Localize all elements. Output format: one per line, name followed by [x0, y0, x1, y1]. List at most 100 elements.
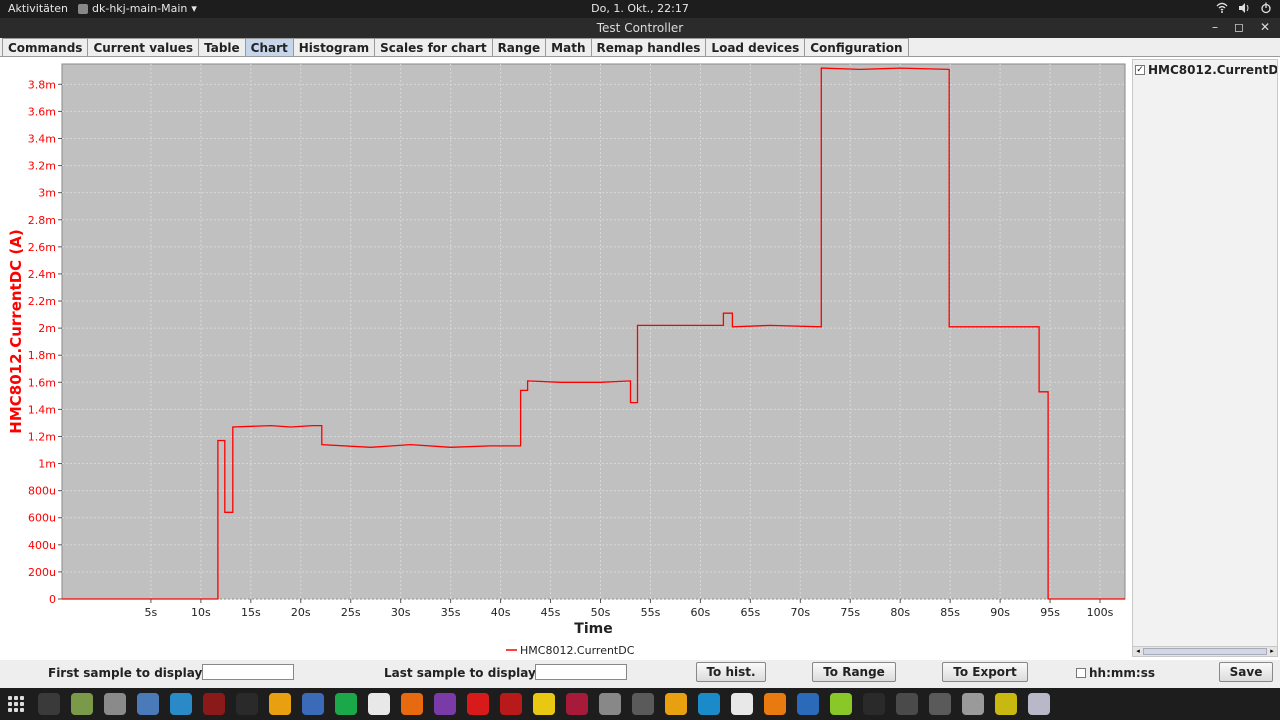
save-disk-icon[interactable] [797, 693, 819, 715]
y-tick-label: 1.6m [28, 376, 56, 389]
window-controls: – ◻ ✕ [1212, 20, 1270, 34]
y-tick-label: 600u [28, 512, 56, 525]
test-controller-icon[interactable] [1028, 693, 1050, 715]
chart-panel: 5s 10s 15s 20s 25s 30s 35s 40s 45s 50s 55s 60s 65s 70… [0, 56, 1280, 660]
scroll-left-icon[interactable]: ◂ [1133, 647, 1143, 656]
scanner-icon[interactable] [632, 693, 654, 715]
wifi-icon [1216, 2, 1228, 13]
paint-icon[interactable] [533, 693, 555, 715]
lime-icon[interactable] [830, 693, 852, 715]
tab-table[interactable]: Table [198, 38, 246, 56]
camera-icon[interactable] [962, 693, 984, 715]
y-tick-label: 400u [28, 539, 56, 552]
last-sample-input[interactable] [535, 664, 627, 680]
tab-math[interactable]: Math [545, 38, 592, 56]
y-tick-label: 1.8m [28, 349, 56, 362]
x-tick-label: 70s [790, 606, 810, 619]
system-tray[interactable] [1216, 2, 1272, 14]
tab-histogram[interactable]: Histogram [292, 38, 376, 56]
x-tick-label: 100s [1087, 606, 1114, 619]
spreadsheet-icon[interactable] [335, 693, 357, 715]
tab-commands[interactable]: Commands [2, 38, 89, 56]
ebook-icon[interactable] [269, 693, 291, 715]
firefox-icon[interactable] [401, 693, 423, 715]
tor-browser-icon[interactable] [434, 693, 456, 715]
x-tick-label: 85s [940, 606, 960, 619]
taskbar [0, 688, 1280, 720]
tab-bar: Commands Current values Table Chart Hist… [2, 38, 909, 56]
wine-icon[interactable] [203, 693, 225, 715]
scrollbar-thumb[interactable] [1143, 648, 1267, 655]
printer-icon[interactable] [599, 693, 621, 715]
y-tick-label: 3.6m [28, 105, 56, 118]
hhmmss-checkbox[interactable] [1076, 668, 1086, 678]
horizontal-scrollbar[interactable]: ◂ ▸ [1133, 646, 1277, 656]
maximize-icon[interactable]: ◻ [1234, 20, 1244, 34]
audio-icon[interactable] [731, 693, 753, 715]
hp-calc-2-icon[interactable] [929, 693, 951, 715]
filezilla-icon[interactable] [500, 693, 522, 715]
x-tick-label: 55s [641, 606, 661, 619]
plot-area[interactable] [61, 63, 1126, 600]
system-top-bar: Aktivitäten dk-hkj-main-Main ▾ Do, 1. Ok… [0, 0, 1280, 18]
chart[interactable]: 5s 10s 15s 20s 25s 30s 35s 40s 45s 50s 55s 60s 65s 70… [0, 57, 1130, 661]
opera-icon[interactable] [467, 693, 489, 715]
calendar-icon[interactable] [302, 693, 324, 715]
minimize-icon[interactable]: – [1212, 20, 1218, 34]
scroll-right-icon[interactable]: ▸ [1267, 647, 1277, 656]
tab-chart[interactable]: Chart [244, 38, 294, 56]
to-range-button[interactable]: To Range [812, 662, 896, 682]
archive-icon[interactable] [566, 693, 588, 715]
window-title: Test Controller [596, 21, 684, 35]
paint-2-icon[interactable] [995, 693, 1017, 715]
x-tick-label: 90s [990, 606, 1010, 619]
vlc-icon[interactable] [764, 693, 786, 715]
tab-load-devices[interactable]: Load devices [705, 38, 806, 56]
x-tick-label: 50s [591, 606, 611, 619]
tab-scales-for-chart[interactable]: Scales for chart [374, 38, 493, 56]
y-tick-label: 3.4m [28, 132, 56, 145]
x-tick-label: 60s [691, 606, 711, 619]
y-tick-label: 2.2m [28, 295, 56, 308]
virtualbox-icon[interactable] [137, 693, 159, 715]
x-tick-label: 45s [541, 606, 561, 619]
x-tick-label: 5s [145, 606, 158, 619]
system-monitor-icon[interactable] [38, 693, 60, 715]
text-editor-icon[interactable] [368, 693, 390, 715]
legend-label: HMC8012.CurrentDC [520, 644, 635, 657]
y-axis-title: HMC8012.CurrentDC (A) [7, 229, 25, 433]
gear-photo-icon[interactable] [665, 693, 687, 715]
volume-icon [1239, 3, 1249, 13]
hp-calc-icon[interactable] [896, 693, 918, 715]
y-tick-label: 800u [28, 485, 56, 498]
y-tick-label: 2.6m [28, 241, 56, 254]
tab-configuration[interactable]: Configuration [804, 38, 909, 56]
app-grid-icon[interactable] [8, 696, 24, 712]
series-list-label: HMC8012.CurrentDC [1148, 63, 1277, 77]
files-icon[interactable] [170, 693, 192, 715]
x-tick-label: 95s [1040, 606, 1060, 619]
tab-remap-handles[interactable]: Remap handles [590, 38, 707, 56]
image-viewer-icon[interactable] [71, 693, 93, 715]
series-checkbox[interactable]: ✓ [1135, 65, 1145, 75]
x-tick-label: 65s [740, 606, 760, 619]
calculator-icon[interactable] [104, 693, 126, 715]
to-export-button[interactable]: To Export [942, 662, 1028, 682]
close-icon[interactable]: ✕ [1260, 20, 1270, 34]
series-list-panel: ✓ HMC8012.CurrentDC ◂ ▸ [1132, 59, 1278, 657]
penguin-icon[interactable] [863, 693, 885, 715]
y-tick-label: 200u [28, 566, 56, 579]
y-tick-label: 3.8m [28, 78, 56, 91]
clock[interactable]: Do, 1. Okt., 22:17 [0, 2, 1280, 15]
first-sample-label: First sample to display: [48, 666, 208, 680]
y-tick-label: 3.2m [28, 160, 56, 173]
y-tick-label: 2m [38, 322, 56, 335]
terminal-icon[interactable] [236, 693, 258, 715]
tab-current-values[interactable]: Current values [87, 38, 200, 56]
kodi-icon[interactable] [698, 693, 720, 715]
series-list-item[interactable]: ✓ HMC8012.CurrentDC [1133, 60, 1277, 80]
save-button[interactable]: Save [1219, 662, 1273, 682]
to-hist-button[interactable]: To hist. [696, 662, 766, 682]
tab-range[interactable]: Range [491, 38, 547, 56]
first-sample-input[interactable] [202, 664, 294, 680]
